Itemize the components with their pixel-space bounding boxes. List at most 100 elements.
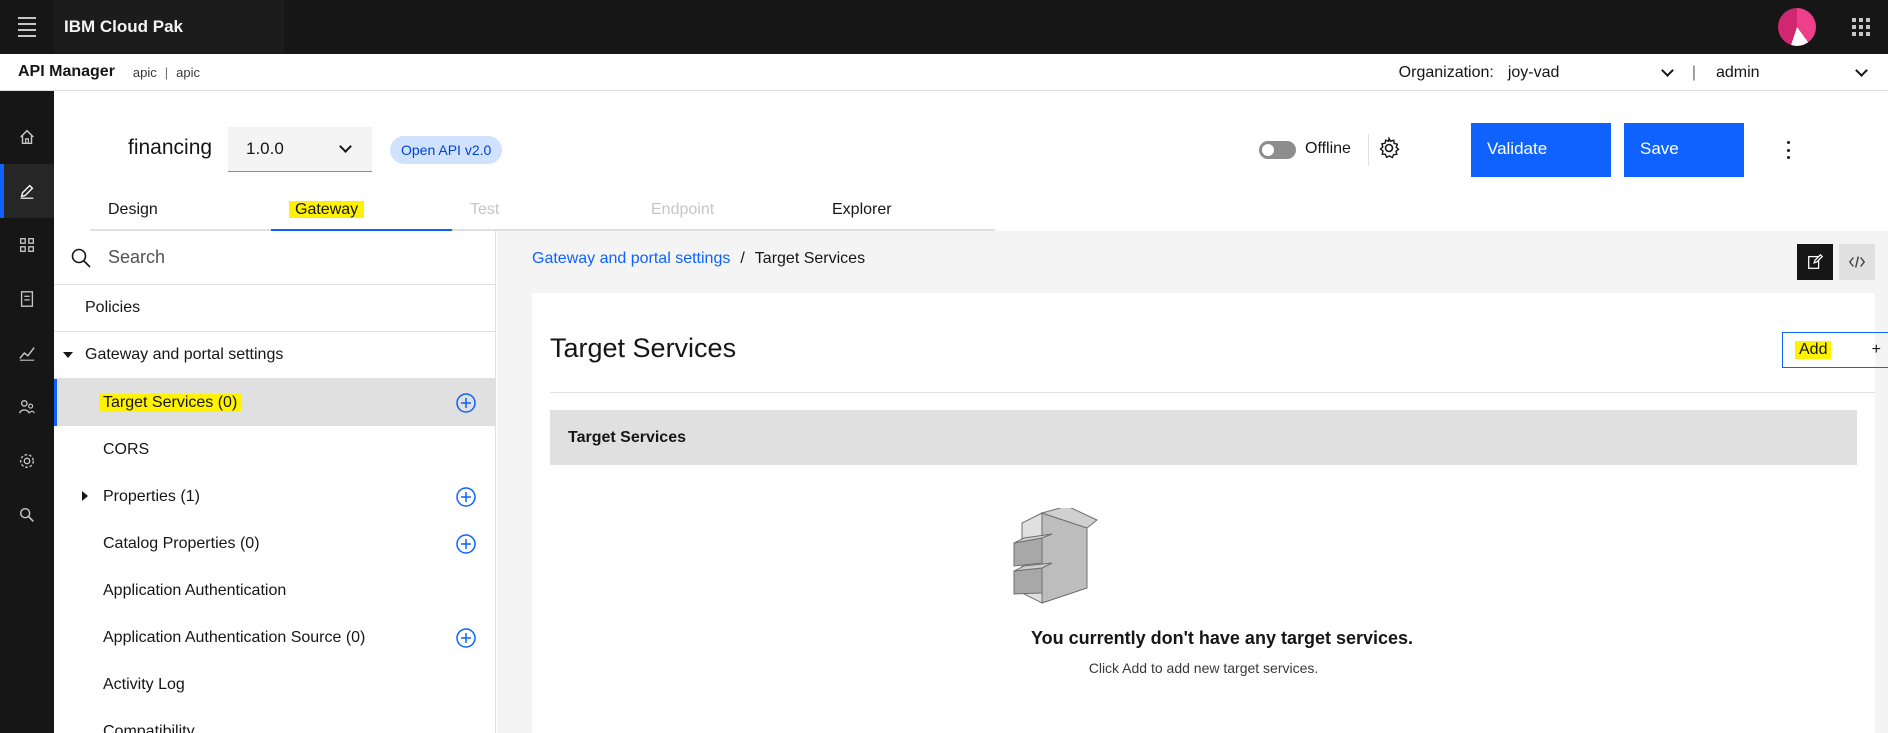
- breadcrumb-current: Target Services: [754, 250, 866, 267]
- search-icon: [19, 507, 34, 522]
- home-icon: [20, 129, 34, 145]
- catalog-name: apic: [176, 64, 201, 80]
- breadcrumb-separator: /: [740, 250, 745, 267]
- provider-org-name: apic: [132, 64, 157, 80]
- left-nav-rail: [0, 91, 54, 733]
- brand-name[interactable]: IBM Cloud Pak: [54, 0, 284, 54]
- overflow-menu-icon[interactable]: [1785, 141, 1791, 159]
- rail-home[interactable]: [0, 110, 54, 164]
- rail-develop[interactable]: [0, 164, 54, 218]
- analytics-icon: [19, 347, 35, 361]
- add-button[interactable]: Add +: [1782, 332, 1888, 368]
- sidebar-item-label: Policies: [85, 299, 141, 316]
- rail-catalog[interactable]: [0, 272, 54, 326]
- page-title: Target Services: [550, 333, 737, 363]
- gateway-nav-panel: Policies Gateway and portal settings Tar…: [54, 231, 496, 733]
- empty-state-title: You currently don't have any target serv…: [1030, 628, 1414, 648]
- tab-label: Design: [108, 201, 158, 218]
- toolbar-divider: [1368, 134, 1369, 166]
- table-header: Target Services: [550, 410, 1857, 465]
- search-icon: [71, 248, 91, 268]
- save-button[interactable]: Save: [1624, 123, 1744, 177]
- add-circle-icon[interactable]: [455, 533, 477, 555]
- search-input[interactable]: [108, 247, 428, 268]
- code-icon: [1848, 256, 1866, 268]
- empty-state-subtitle: Click Add to add new target services.: [1088, 660, 1319, 676]
- rail-settings[interactable]: [0, 434, 54, 488]
- tab-label: Gateway: [289, 201, 365, 218]
- header-divider: |: [1691, 63, 1696, 81]
- rail-members[interactable]: [0, 380, 54, 434]
- user-avatar[interactable]: [1778, 8, 1816, 46]
- breadcrumb: Gateway and portal settings / Target Ser…: [532, 250, 865, 268]
- divider: [550, 392, 1875, 393]
- form-view-button[interactable]: [1797, 244, 1833, 280]
- tab-design[interactable]: Design: [90, 193, 271, 231]
- gear-icon[interactable]: [1377, 136, 1401, 160]
- members-icon: [19, 400, 35, 414]
- version-select[interactable]: 1.0.0: [228, 127, 372, 172]
- edit-icon: [20, 184, 34, 199]
- tab-label: Endpoint: [651, 201, 715, 218]
- add-circle-icon[interactable]: [455, 486, 477, 508]
- sidebar-item-application-authentication[interactable]: Application Authentication: [54, 567, 495, 614]
- offline-toggle[interactable]: [1259, 141, 1296, 159]
- chevron-down-icon: [1660, 63, 1674, 77]
- settings-icon: [20, 454, 34, 468]
- sidebar-item-compatibility[interactable]: Compatibility: [54, 708, 495, 733]
- user-select[interactable]: admin: [1716, 63, 1868, 82]
- sidebar-item-catalog-properties[interactable]: Catalog Properties (0): [54, 520, 495, 567]
- sidebar-item-policies[interactable]: Policies: [54, 285, 495, 332]
- catalog-icon: [20, 291, 34, 307]
- tab-test[interactable]: Test: [452, 193, 633, 231]
- sidebar-item-label: Activity Log: [103, 675, 185, 693]
- organization-select[interactable]: joy-vad: [1507, 63, 1674, 82]
- menu-icon[interactable]: [0, 0, 54, 54]
- sidebar-item-target-services[interactable]: Target Services (0): [54, 379, 495, 426]
- sidebar-item-application-authentication-source[interactable]: Application Authentication Source (0): [54, 614, 495, 661]
- version-value: 1.0.0: [246, 139, 284, 158]
- rail-analytics[interactable]: [0, 326, 54, 380]
- apps-icon: [20, 238, 34, 252]
- app-name: API Manager: [18, 63, 115, 80]
- edit-icon: [1808, 253, 1824, 269]
- tab-label: Explorer: [832, 201, 892, 218]
- target-services-card: Target Services Add + Target Services Yo…: [532, 293, 1888, 733]
- sidebar-item-activity-log[interactable]: Activity Log: [54, 661, 495, 708]
- crumb-separator: |: [164, 64, 169, 80]
- tab-gateway[interactable]: Gateway: [271, 193, 452, 231]
- rail-manage[interactable]: [0, 218, 54, 272]
- app-switcher-icon[interactable]: [1834, 0, 1888, 54]
- sidebar-item-label: Application Authentication Source (0): [103, 628, 366, 646]
- offline-label: Offline: [1305, 140, 1351, 157]
- openapi-version-tag: Open API v2.0: [390, 136, 503, 164]
- file-cabinet-icon: [1013, 508, 1098, 604]
- sidebar-item-label: CORS: [103, 440, 150, 458]
- top-bar: IBM Cloud Pak: [0, 0, 1888, 54]
- api-title: financing: [128, 136, 213, 159]
- sidebar-item-label: Catalog Properties (0): [103, 534, 260, 552]
- sidebar-item-properties[interactable]: Properties (1): [54, 473, 495, 520]
- add-button-label: Add: [1795, 341, 1832, 359]
- sub-header: API Manager apic | apic Organization: jo…: [0, 54, 1888, 91]
- sidebar-item-cors[interactable]: CORS: [54, 426, 495, 473]
- source-view-button[interactable]: [1839, 244, 1875, 280]
- breadcrumb-link[interactable]: Gateway and portal settings: [532, 250, 730, 268]
- chevron-down-icon: [1855, 63, 1868, 77]
- sidebar-item-label: Compatibility: [103, 722, 195, 733]
- add-circle-icon[interactable]: [455, 627, 477, 649]
- search-bar: [54, 231, 495, 285]
- validate-button[interactable]: Validate: [1471, 123, 1611, 177]
- sidebar-item-gateway-portal-settings[interactable]: Gateway and portal settings: [54, 332, 495, 379]
- caret-down-icon[interactable]: [63, 352, 73, 358]
- tab-explorer[interactable]: Explorer: [814, 193, 995, 231]
- sidebar-item-label: Gateway and portal settings: [85, 346, 284, 363]
- chevron-down-icon: [339, 140, 352, 153]
- tab-endpoint[interactable]: Endpoint: [633, 193, 814, 231]
- add-circle-icon[interactable]: [455, 392, 477, 414]
- main-content: Gateway and portal settings / Target Ser…: [497, 231, 1888, 733]
- caret-right-icon[interactable]: [82, 491, 88, 501]
- rail-search[interactable]: [0, 488, 54, 542]
- organization-value: joy-vad: [1507, 63, 1560, 81]
- tab-label: Test: [470, 201, 500, 218]
